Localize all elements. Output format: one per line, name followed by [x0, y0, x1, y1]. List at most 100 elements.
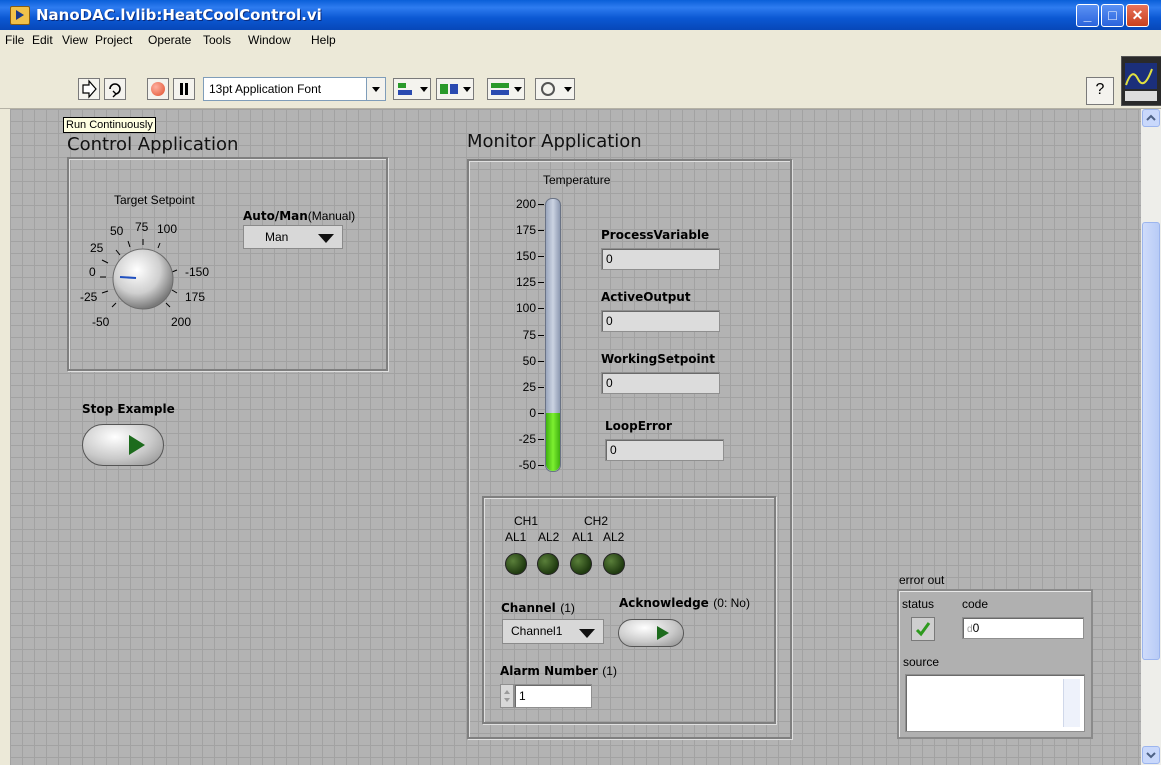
- alarm-number-stepper[interactable]: [500, 684, 514, 708]
- abort-button[interactable]: [147, 78, 169, 100]
- loop-error-indicator: 0: [605, 439, 724, 461]
- active-output-label: ActiveOutput: [601, 290, 691, 304]
- window-left-edge: [0, 109, 10, 765]
- menu-window[interactable]: Window: [248, 33, 291, 47]
- minimize-button[interactable]: _: [1076, 4, 1099, 27]
- acknowledge-label-group: Acknowledge (0: No): [619, 594, 750, 612]
- checkmark-icon: [915, 622, 931, 637]
- play-arrow-icon: [129, 435, 145, 455]
- pause-button[interactable]: [173, 78, 195, 100]
- auto-man-ring[interactable]: Man: [243, 225, 343, 249]
- tooltip: Run Continuously: [63, 117, 156, 133]
- increment-decrement-icon: [504, 690, 510, 702]
- distribute-objects-button[interactable]: [436, 78, 474, 100]
- source-scrollbar[interactable]: [1063, 679, 1080, 727]
- status-label: status: [902, 597, 935, 611]
- vi-icon-graph: [1125, 63, 1157, 101]
- vi-icon: [1121, 56, 1161, 106]
- chevron-up-icon: [1146, 114, 1156, 121]
- dropdown-arrow-icon: [318, 234, 334, 243]
- control-application-heading: Control Application: [67, 134, 239, 155]
- error-out-label: error out: [899, 573, 945, 587]
- thermometer-scale-label: -25: [518, 431, 536, 446]
- dropdown-arrow-icon: [579, 629, 595, 638]
- code-label: code: [962, 597, 989, 611]
- ch1-al2-led: [537, 553, 559, 575]
- font-select[interactable]: 13pt Application Font: [203, 77, 386, 101]
- channel-value: Channel1: [511, 624, 563, 638]
- status-indicator: [911, 617, 935, 641]
- thermometer-scale-label: 100: [515, 301, 536, 316]
- thermometer-tick: [538, 386, 544, 388]
- source-indicator: [905, 674, 1085, 732]
- scroll-down-button[interactable]: [1142, 746, 1160, 764]
- ch1-label: CH1: [514, 514, 539, 528]
- thermometer-tick: [538, 204, 544, 205]
- channel-label-group: Channel (1): [501, 599, 575, 617]
- thermometer-scale-label: 125: [515, 275, 536, 290]
- menu-help[interactable]: Help: [311, 33, 336, 47]
- temperature-label: Temperature: [543, 173, 611, 187]
- auto-man-suffix: (Manual): [307, 209, 356, 223]
- thermometer-scale-label: 150: [515, 249, 536, 264]
- maximize-button[interactable]: □: [1101, 4, 1124, 27]
- menu-edit[interactable]: Edit: [32, 33, 53, 47]
- channel-ring[interactable]: Channel1: [502, 619, 604, 644]
- thermometer-scale-label: 0: [529, 405, 536, 420]
- title-bar[interactable]: NanoDAC.lvlib:HeatCoolControl.vi _ □ ✕: [0, 0, 1161, 30]
- process-variable-label: ProcessVariable: [601, 228, 710, 242]
- temperature-thermometer: [545, 198, 561, 472]
- channel-label: Channel: [501, 601, 556, 615]
- reorder-button[interactable]: [535, 78, 575, 100]
- resize-objects-button[interactable]: [487, 78, 525, 100]
- run-button[interactable]: [78, 78, 100, 100]
- close-button[interactable]: ✕: [1126, 4, 1149, 27]
- alarm-number-label-group: Alarm Number (1): [500, 662, 617, 680]
- thermometer-tick: [538, 360, 544, 362]
- loop-error-label: LoopError: [605, 419, 672, 433]
- acknowledge-button[interactable]: [618, 619, 684, 647]
- context-help-button[interactable]: ?: [1086, 77, 1114, 105]
- menu-view[interactable]: View: [62, 33, 88, 47]
- abort-stop-icon: [151, 82, 165, 96]
- thermometer-tick: [538, 465, 544, 466]
- thermometer-tick: [538, 412, 544, 414]
- thermometer-tick: [538, 282, 544, 284]
- window-title: NanoDAC.lvlib:HeatCoolControl.vi: [36, 6, 322, 24]
- thermometer-scale-label: 50: [522, 353, 536, 368]
- working-setpoint-indicator: 0: [601, 372, 720, 394]
- auto-man-value: Man: [265, 230, 289, 244]
- thermometer-tick: [538, 438, 544, 440]
- menu-tools[interactable]: Tools: [203, 33, 231, 47]
- toolbar: 13pt Application Font ?: [0, 50, 1161, 109]
- pause-icon-bar: [185, 83, 188, 95]
- stop-example-label: Stop Example: [82, 402, 175, 416]
- run-continuously-button[interactable]: [104, 78, 126, 100]
- monitor-application-heading: Monitor Application: [467, 131, 642, 152]
- target-setpoint-label: Target Setpoint: [114, 193, 195, 207]
- menu-file[interactable]: File: [5, 33, 24, 47]
- chevron-down-icon: [1146, 752, 1156, 759]
- thermometer-tick: [538, 256, 544, 258]
- process-variable-indicator: 0: [601, 248, 720, 270]
- align-objects-icon: [398, 83, 428, 95]
- scroll-up-button[interactable]: [1142, 109, 1160, 127]
- menu-project[interactable]: Project: [95, 33, 132, 47]
- ch2-al2-led: [603, 553, 625, 575]
- alarm-number-input[interactable]: 1: [514, 684, 592, 708]
- ch2-label: CH2: [584, 514, 609, 528]
- acknowledge-label: Acknowledge: [619, 596, 709, 610]
- scroll-thumb[interactable]: [1142, 222, 1160, 660]
- reorder-icon: [541, 82, 572, 96]
- channel-suffix: (1): [560, 601, 575, 615]
- ch1-al1-led: [505, 553, 527, 575]
- stop-example-button[interactable]: [82, 424, 164, 466]
- play-arrow-icon: [657, 626, 669, 640]
- labview-vi-icon: [10, 6, 30, 25]
- pause-icon: [180, 83, 183, 95]
- menu-operate[interactable]: Operate: [148, 33, 191, 47]
- thermometer-tick: [538, 230, 544, 232]
- code-value: 0: [972, 621, 980, 635]
- target-setpoint-knob[interactable]: [80, 215, 210, 325]
- align-objects-button[interactable]: [393, 78, 431, 100]
